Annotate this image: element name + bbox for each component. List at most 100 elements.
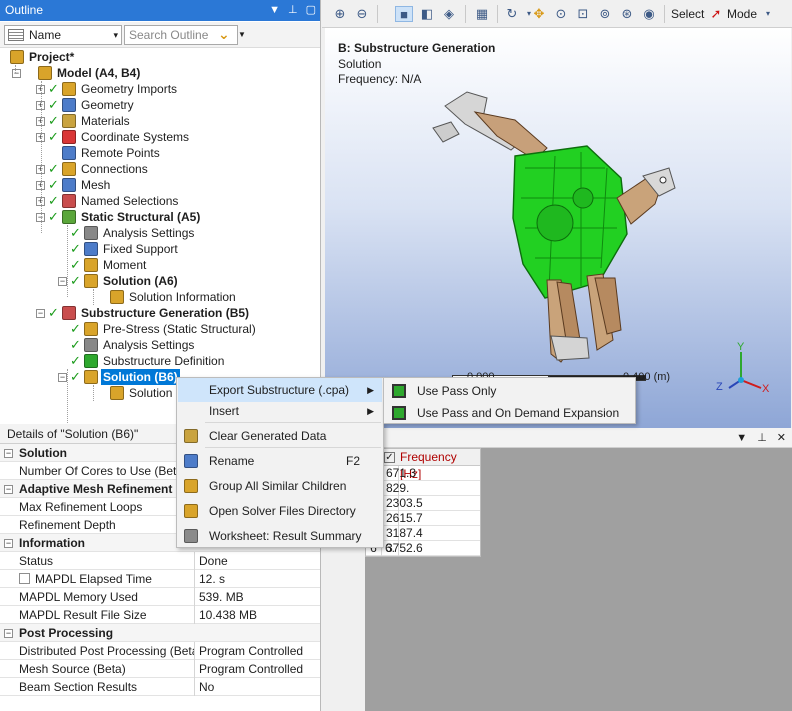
tree-item[interactable]: ✓ Substructure Definition [0, 353, 320, 369]
expand-toggle-icon[interactable]: − [58, 277, 67, 286]
submenu-item[interactable]: Use Pass and On Demand Expansion [385, 402, 634, 424]
wireframe-icon[interactable]: ◧ [418, 6, 436, 22]
expand-toggle-icon[interactable]: − [36, 309, 45, 318]
pin-icon[interactable]: ⊥ [757, 428, 767, 448]
dropdown-arrow-icon[interactable]: ▼ [736, 428, 747, 448]
cursor-icon[interactable]: ➚ [707, 6, 725, 22]
dropdown-arrow-icon[interactable]: ▼ [269, 0, 280, 21]
name-filter-select[interactable]: Name ▾ [4, 25, 122, 45]
chevron-down-icon[interactable]: ▾ [759, 6, 777, 22]
tree-item-label: Analysis Settings [103, 338, 195, 352]
tree-item[interactable]: − ✓ Substructure Generation (B5) [0, 305, 320, 321]
menu-separator [205, 447, 381, 448]
close-icon[interactable]: ✕ [777, 428, 786, 448]
tree-item[interactable]: + ✓ Materials [0, 113, 320, 129]
clear-data-icon [184, 429, 198, 443]
rotate-icon[interactable]: ↻ [503, 6, 521, 22]
details-property-row[interactable]: Distributed Post Processing (Beta) Progra… [0, 642, 320, 660]
status-check-icon: ✓ [70, 337, 81, 352]
property-value: 12. s [199, 572, 226, 586]
tree-item[interactable]: + ✓ Geometry Imports [0, 81, 320, 97]
graphics-canvas[interactable]: B: Substructure Generation Solution Freq… [325, 28, 791, 428]
expand-filter-icon[interactable]: ⌄ [218, 26, 230, 43]
tree-item[interactable]: + ✓ Geometry [0, 97, 320, 113]
magnifier-icon[interactable]: ⊛ [618, 6, 636, 22]
tree-item[interactable]: + ✓ Mesh [0, 177, 320, 193]
details-property-row[interactable]: MAPDL Result File Size 10.438 MB [0, 606, 320, 624]
tree-item-label: Remote Points [81, 146, 160, 160]
zoom-icon[interactable]: ⊙ [552, 6, 570, 22]
details-property-row[interactable]: Beam Section Results No [0, 678, 320, 696]
details-property-row[interactable]: MAPDL Elapsed Time 12. s [0, 570, 320, 588]
tree-item-label: Model (A4, B4) [57, 66, 141, 80]
collapse-toggle-icon[interactable]: − [4, 629, 13, 638]
collapse-toggle-icon[interactable]: − [4, 485, 13, 494]
tree-item[interactable]: ✓ Fixed Support [0, 241, 320, 257]
zoom-out-icon[interactable]: ⊖ [353, 6, 371, 22]
details-property-row[interactable]: MAPDL Memory Used 539. MB [0, 588, 320, 606]
submenu-item[interactable]: Use Pass Only [385, 380, 634, 402]
tree-item[interactable]: ✓ Analysis Settings [0, 225, 320, 241]
tree-item[interactable]: ✓ Pre-Stress (Static Structural) [0, 321, 320, 337]
property-name: MAPDL Memory Used [19, 588, 195, 606]
property-name: Max Refinement Loops [19, 498, 195, 516]
menu-item-label: Insert [209, 404, 240, 418]
status-check-icon: ✓ [48, 209, 59, 224]
tree-item[interactable]: −Project* [0, 49, 320, 65]
expand-toggle-icon[interactable]: − [58, 373, 67, 382]
outline-toolbar: Name ▾ ⌄ ▼ [0, 22, 320, 48]
status-check-icon: ✓ [70, 353, 81, 368]
box-zoom-icon[interactable]: ⊡ [574, 6, 592, 22]
menu-item[interactable]: Rename F2 [178, 449, 382, 473]
pin-icon[interactable]: ⊥ [288, 0, 298, 21]
named-selections-icon [62, 194, 76, 208]
expand-toggle-icon[interactable]: − [12, 69, 21, 78]
property-label: Beam Section Results [19, 680, 138, 694]
menu-item[interactable]: Open Solver Files Directory [178, 499, 382, 523]
tree-item[interactable]: Solution Information [0, 289, 320, 305]
select-button[interactable]: Select [671, 6, 704, 22]
substructure-icon [62, 306, 76, 320]
tree-item[interactable]: + ✓ Named Selections [0, 193, 320, 209]
collapse-toggle-icon[interactable]: − [4, 449, 13, 458]
menu-item[interactable]: Group All Similar Children [178, 474, 382, 498]
tree-item[interactable]: ✓ Analysis Settings [0, 337, 320, 353]
zoom-in-icon[interactable]: ⊕ [331, 6, 349, 22]
isometric-view-icon[interactable]: ◉ [640, 6, 658, 22]
model-icon [38, 66, 52, 80]
tree-item[interactable]: + ✓ Connections [0, 161, 320, 177]
mesh-icon [62, 178, 76, 192]
parameter-checkbox[interactable] [19, 573, 30, 584]
shaded-view-icon[interactable]: ■ [395, 6, 413, 22]
submenu-arrow-icon: ▶ [367, 406, 374, 416]
collapse-toggle-icon[interactable]: − [4, 539, 13, 548]
pan-icon[interactable]: ✥ [530, 6, 548, 22]
details-property-row[interactable]: Status Done [0, 552, 320, 570]
open-folder-icon [184, 504, 198, 518]
chevron-down-icon[interactable]: ▼ [238, 30, 246, 39]
menu-item[interactable]: Clear Generated Data [178, 424, 382, 448]
tree-item[interactable]: − Model (A4, B4) [0, 65, 320, 81]
menu-item[interactable]: Worksheet: Result Summary [178, 524, 382, 548]
property-name: Beam Section Results [19, 678, 195, 696]
tree-item[interactable]: ✓ Moment [0, 257, 320, 273]
show-elements-icon[interactable]: ◈ [440, 6, 458, 22]
tree-item-label: Static Structural (A5) [81, 210, 201, 224]
mode-button[interactable]: Mode [727, 6, 757, 22]
zoom-to-fit-icon[interactable]: ⊚ [596, 6, 614, 22]
toolbar-separator [497, 5, 498, 23]
geometry-icon [62, 98, 76, 112]
tree-item[interactable]: − ✓ Static Structural (A5) [0, 209, 320, 225]
tree-item[interactable]: + ✓ Coordinate Systems [0, 129, 320, 145]
details-category[interactable]: − Post Processing [0, 624, 320, 642]
menu-item[interactable]: Insert ▶ [178, 399, 382, 423]
details-property-row[interactable]: Mesh Source (Beta) Program Controlled [0, 660, 320, 678]
toolbar-separator [465, 5, 466, 23]
column-checkbox[interactable]: ✓ [384, 452, 395, 463]
tree-item[interactable]: − ✓ Solution (A6) [0, 273, 320, 289]
legend-icon[interactable]: ▦ [473, 6, 491, 22]
property-value: No [199, 680, 215, 694]
property-name: Status [19, 552, 195, 570]
close-icon[interactable]: ▢ [306, 0, 316, 21]
tree-item[interactable]: Remote Points [0, 145, 320, 161]
